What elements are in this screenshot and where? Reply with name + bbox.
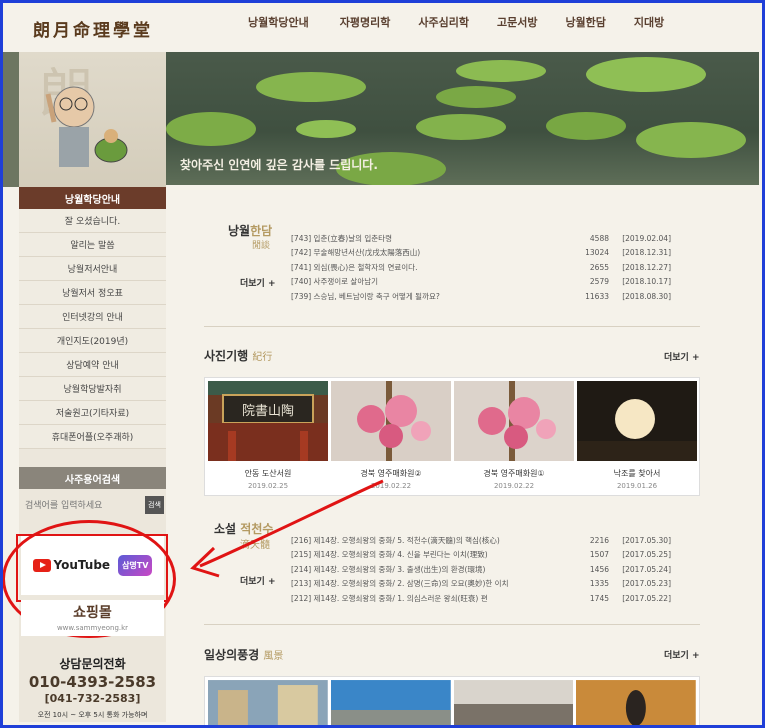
annotation-arrow — [190, 479, 384, 578]
